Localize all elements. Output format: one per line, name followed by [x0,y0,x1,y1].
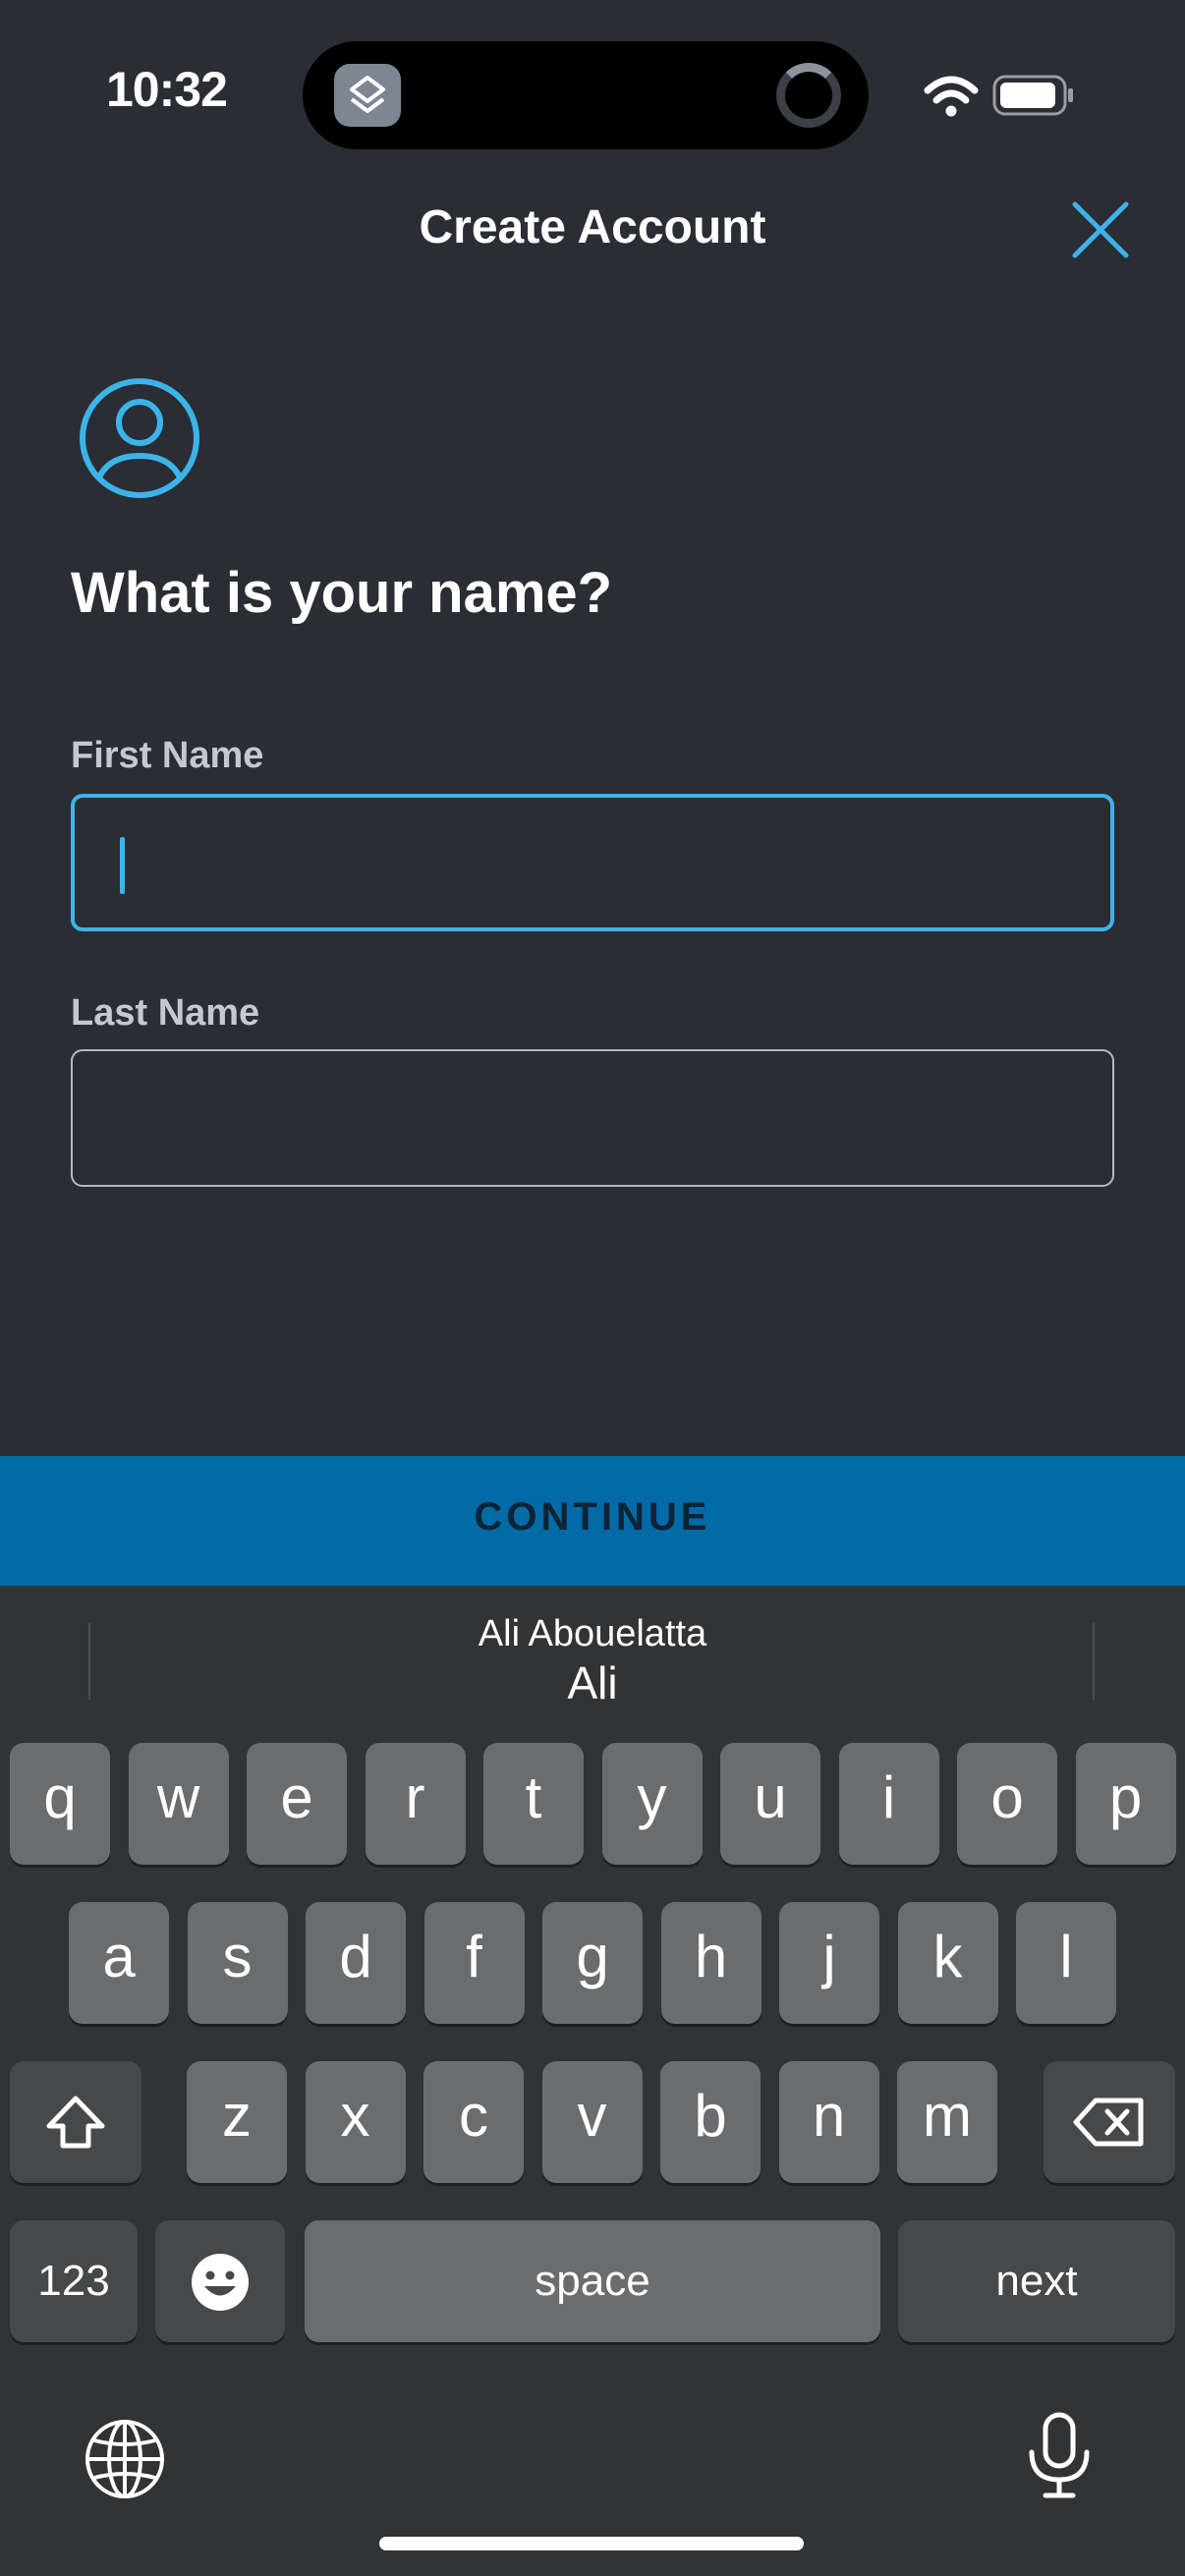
key-i[interactable]: i [838,1743,939,1865]
first-name-field[interactable] [71,794,1114,931]
page-title: Create Account [419,201,766,253]
space-key[interactable]: space [305,2220,880,2342]
next-key[interactable]: next [898,2220,1175,2342]
key-b[interactable]: b [660,2061,761,2183]
key-x[interactable]: x [305,2061,406,2183]
key-f[interactable]: f [423,1902,525,2024]
close-icon[interactable] [1067,196,1134,263]
emoji-key[interactable] [155,2220,285,2342]
activity-spinner-icon [776,63,841,128]
key-e[interactable]: e [247,1743,347,1865]
microphone-icon[interactable] [1026,2411,1093,2506]
globe-icon[interactable] [83,2417,167,2506]
key-t[interactable]: t [483,1743,584,1865]
key-s[interactable]: s [187,1902,288,2024]
key-r[interactable]: r [365,1743,466,1865]
key-d[interactable]: d [306,1902,406,2024]
shift-key[interactable] [10,2061,141,2183]
last-name-field[interactable] [71,1049,1114,1187]
continue-label: CONTINUE [474,1495,711,1539]
key-p[interactable]: p [1075,1743,1176,1865]
delete-key[interactable] [1044,2061,1175,2183]
wifi-icon [924,75,979,123]
suggestion-contact[interactable]: Ali Abouelatta [0,1613,1185,1655]
key-w[interactable]: w [128,1743,229,1865]
key-l[interactable]: l [1016,1902,1116,2024]
key-c[interactable]: c [423,2061,524,2183]
key-a[interactable]: a [69,1902,169,2024]
key-o[interactable]: o [957,1743,1057,1865]
continue-button[interactable]: CONTINUE [0,1456,1185,1586]
key-g[interactable]: g [542,1902,643,2024]
app-activity-icon [334,64,401,127]
first-name-label: First Name [71,735,264,776]
person-icon [79,377,200,499]
numbers-key[interactable]: 123 [10,2220,138,2342]
last-name-label: Last Name [71,992,260,1034]
key-q[interactable]: q [10,1743,110,1865]
text-caret [120,837,125,894]
key-k[interactable]: k [897,1902,998,2024]
key-y[interactable]: y [601,1743,703,1865]
key-m[interactable]: m [897,2061,997,2183]
status-time: 10:32 [106,62,228,117]
key-z[interactable]: z [187,2061,287,2183]
key-j[interactable]: j [779,1902,879,2024]
key-v[interactable]: v [541,2061,643,2183]
key-h[interactable]: h [660,1902,762,2024]
key-n[interactable]: n [778,2061,879,2183]
battery-icon [992,73,1075,123]
suggestion-word[interactable]: Ali [0,1656,1185,1709]
form-question: What is your name? [71,561,613,625]
key-u[interactable]: u [720,1743,820,1865]
home-indicator[interactable] [379,2537,804,2550]
